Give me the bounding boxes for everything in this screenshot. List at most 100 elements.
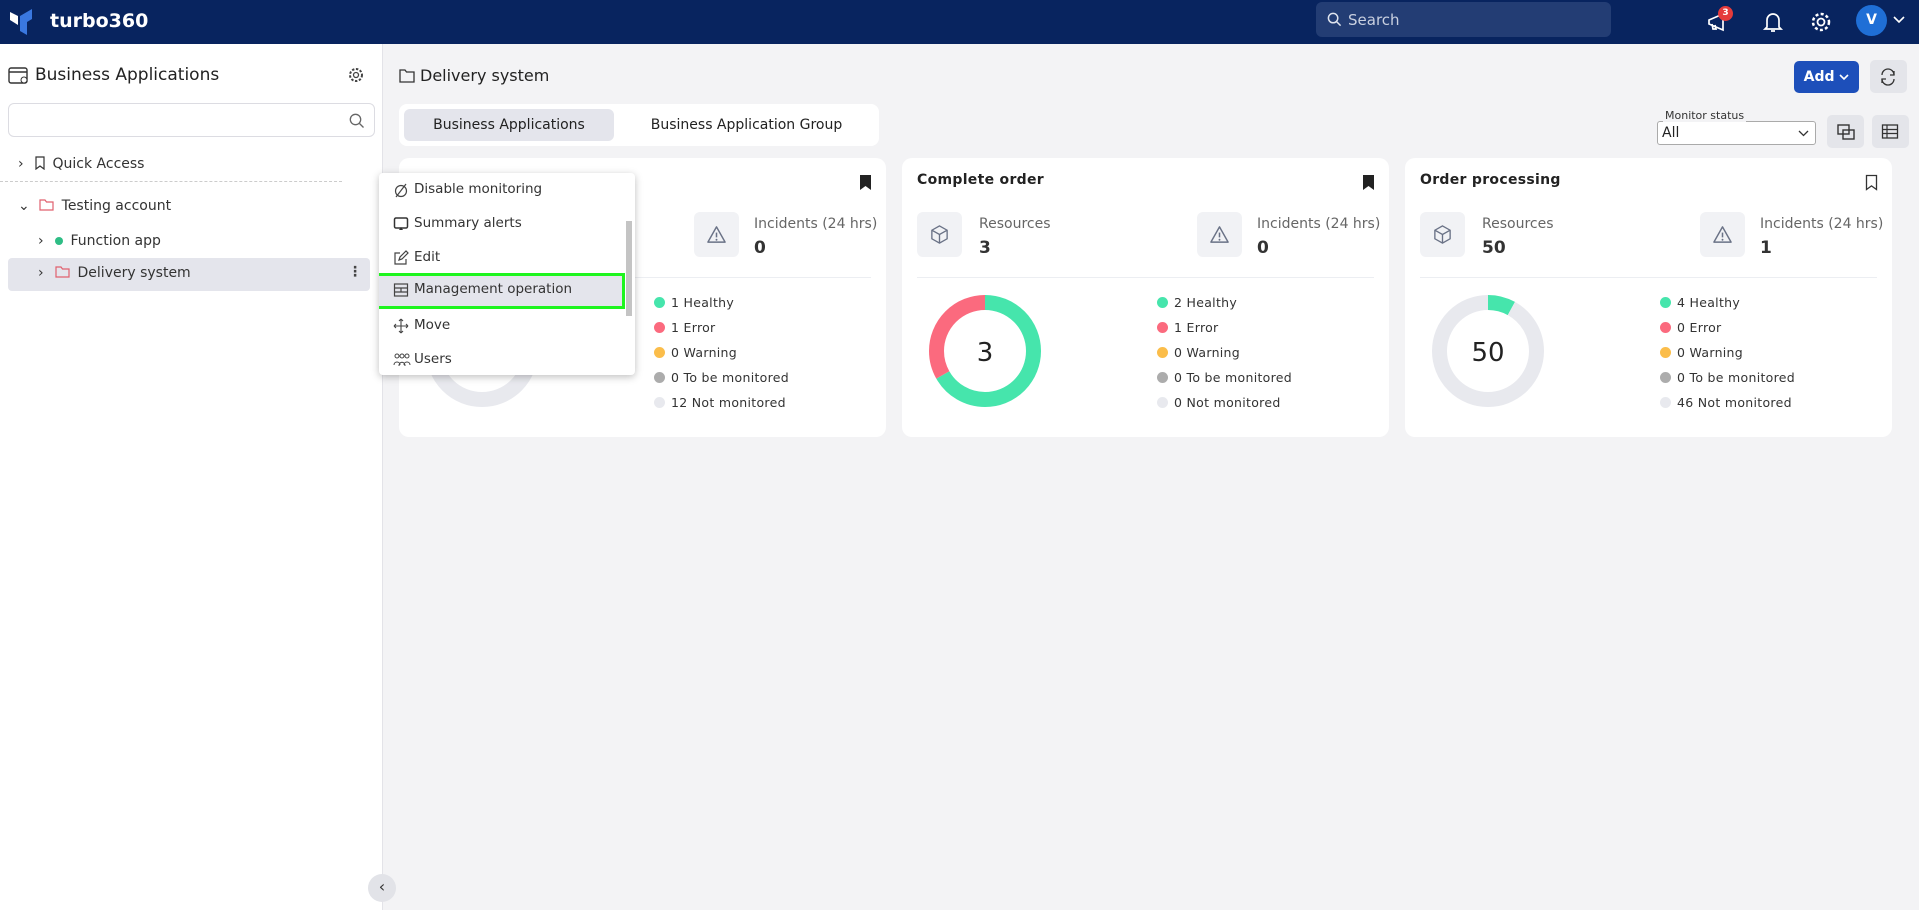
sidebar-settings-icon[interactable] (347, 66, 365, 84)
donut-center-value: 3 (976, 338, 994, 368)
add-label: Add (1803, 69, 1835, 85)
bookmark-icon[interactable] (1362, 174, 1375, 191)
tab-business-application-group[interactable]: Business Application Group (619, 109, 874, 141)
legend-dot (1157, 297, 1168, 308)
collapse-sidebar-button[interactable]: ‹ (368, 874, 396, 902)
business-application-card[interactable]: Order processing Resources 50 Incidents … (1405, 158, 1892, 437)
legend-text: 0 Warning (671, 345, 738, 360)
legend-dot (1660, 347, 1671, 358)
legend-text: 1 Error (671, 320, 716, 335)
legend-text: 0 Error (1677, 320, 1722, 335)
more-options-icon[interactable]: ⋮ (348, 264, 362, 280)
bookmark-icon[interactable] (859, 174, 872, 191)
legend-dot (654, 322, 665, 333)
menu-item-label: Disable monitoring (414, 181, 543, 197)
tree-item-label: Delivery system (77, 265, 191, 281)
menu-item-label: Summary alerts (414, 215, 522, 231)
incidents-label: Incidents (24 hrs) (1257, 216, 1381, 232)
resources-label: Resources (979, 216, 1051, 232)
users-icon (393, 353, 411, 367)
warning-icon (1210, 226, 1229, 243)
monitor-status-value: All (1662, 125, 1680, 141)
monitor-status-label: Monitor status (1663, 109, 1747, 122)
search-icon (349, 113, 364, 128)
card-divider (1420, 277, 1877, 278)
legend-dot (1660, 397, 1671, 408)
sidebar: Business Applications › Quick Access ⌄ T… (0, 44, 383, 910)
legend-text: 0 Warning (1677, 345, 1744, 360)
tree-item-label: Testing account (61, 198, 172, 214)
legend-text: 0 Not monitored (1174, 395, 1281, 410)
tile-view-button[interactable] (1827, 115, 1864, 148)
legend-item-not-monitored: 46 Not monitored (1660, 395, 1792, 410)
incidents-icon-box (1700, 212, 1745, 257)
card-title: Complete order (917, 172, 1045, 188)
monitor-status-select[interactable]: All (1657, 121, 1816, 145)
settings-gear-icon[interactable] (1808, 9, 1834, 35)
card-divider (917, 277, 1374, 278)
legend-item-to-be-monitored: 0 To be monitored (1660, 370, 1795, 385)
legend-text: 0 To be monitored (671, 370, 790, 385)
folder-icon (39, 199, 54, 211)
incidents-value: 0 (754, 238, 766, 258)
menu-item-users[interactable]: Users (379, 343, 619, 375)
add-button[interactable]: Add (1794, 61, 1859, 93)
incidents-icon-box (1197, 212, 1242, 257)
legend-text: 1 Healthy (671, 295, 735, 310)
chevron-down-icon[interactable]: ⌄ (18, 198, 30, 214)
menu-item-move[interactable]: Move (379, 309, 619, 343)
menu-item-edit[interactable]: Edit (379, 241, 619, 275)
tree-item-quick-access[interactable]: › Quick Access (18, 156, 144, 172)
legend-item-not-monitored: 12 Not monitored (654, 395, 786, 410)
legend-dot (1660, 322, 1671, 333)
bell-icon[interactable] (1760, 9, 1786, 35)
chevron-right-icon[interactable]: › (38, 233, 44, 249)
user-avatar[interactable]: V (1856, 5, 1887, 36)
cube-icon (931, 225, 948, 244)
resources-label: Resources (1482, 216, 1554, 232)
tree-item-testing-account[interactable]: ⌄ Testing account (18, 198, 171, 214)
legend-item-warning: 0 Warning (654, 345, 737, 360)
menu-item-summary-alerts[interactable]: Summary alerts (379, 207, 619, 241)
refresh-icon (1881, 68, 1895, 86)
business-applications-icon (8, 67, 28, 84)
chevron-down-icon[interactable] (1893, 16, 1905, 24)
chevron-right-icon[interactable]: › (38, 265, 44, 281)
incidents-label: Incidents (24 hrs) (1760, 216, 1884, 232)
tab-business-applications[interactable]: Business Applications (404, 109, 614, 141)
tree-item-delivery-system[interactable]: › Delivery system ⋮ (8, 258, 370, 291)
chevron-right-icon[interactable]: › (18, 156, 24, 172)
warning-icon (707, 226, 726, 243)
legend-item-error: 1 Error (1157, 320, 1219, 335)
menu-item-label: Edit (414, 249, 441, 265)
sidebar-search-input[interactable] (8, 103, 375, 137)
card-title: Order processing (1420, 172, 1561, 188)
legend-dot (1157, 347, 1168, 358)
bookmark-icon[interactable] (1865, 174, 1878, 191)
cube-icon (1434, 225, 1451, 244)
global-search[interactable]: Search (1316, 2, 1611, 37)
menu-scrollbar-thumb[interactable] (626, 221, 632, 316)
tree-item-label: Quick Access (52, 156, 145, 172)
resources-value: 3 (979, 238, 991, 258)
business-application-card[interactable]: Complete order Resources 3 Incidents (24… (902, 158, 1389, 437)
legend-dot (654, 372, 665, 383)
resources-icon-box (917, 212, 962, 257)
view-tabs: Business Applications Business Applicati… (399, 104, 879, 146)
legend-dot (1157, 322, 1168, 333)
chevron-down-icon (1839, 74, 1849, 81)
menu-item-management-operation[interactable]: Management operation (379, 273, 625, 309)
refresh-button[interactable] (1870, 60, 1907, 93)
top-header: turbo360 Search 3 V (0, 0, 1919, 44)
divider (0, 181, 342, 182)
status-dot (55, 237, 64, 245)
legend-text: 1 Error (1174, 320, 1219, 335)
legend-text: 4 Healthy (1677, 295, 1741, 310)
legend-text: 0 To be monitored (1677, 370, 1796, 385)
tree-item-function-app[interactable]: › Function app (38, 233, 161, 249)
table-view-button[interactable] (1872, 115, 1909, 148)
legend-text: 0 Warning (1174, 345, 1241, 360)
incidents-value: 1 (1760, 238, 1772, 258)
menu-item-disable-monitoring[interactable]: Disable monitoring (379, 173, 619, 207)
context-menu: Disable monitoring Summary alerts Edit M… (379, 173, 635, 375)
